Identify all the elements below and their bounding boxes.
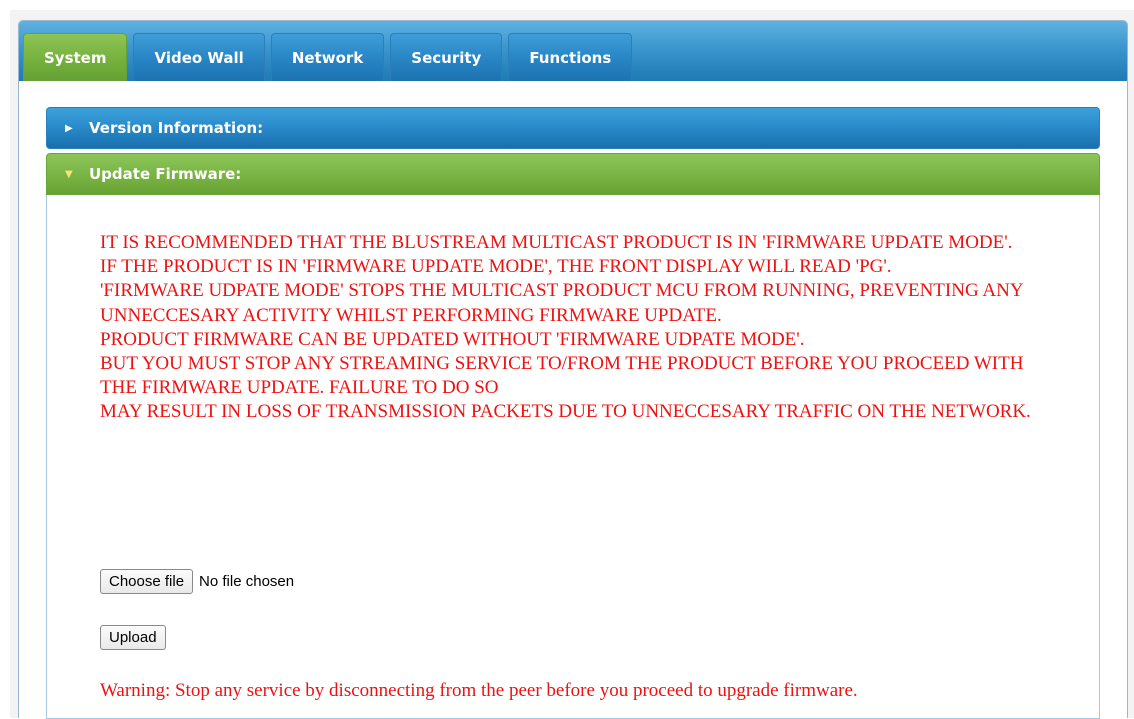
tab-functions[interactable]: Functions [508, 33, 633, 81]
version-information-title: Version Information: [89, 119, 264, 137]
triangle-down-icon: ▼ [65, 168, 73, 180]
tab-bar: System Video Wall Network Security Funct… [19, 21, 1127, 81]
tab-system[interactable]: System [23, 33, 128, 81]
upload-row: Upload [100, 625, 166, 650]
system-tab-panel: ▶ Version Information: ▼ Update Firmware… [19, 81, 1127, 719]
notice-line: 'FIRMWARE UDPATE MODE' STOPS THE MULTICA… [100, 280, 1023, 326]
firmware-notice: IT IS RECOMMENDED THAT THE BLUSTREAM MUL… [100, 231, 1060, 425]
tab-security[interactable]: Security [390, 33, 503, 81]
file-picker: Choose file No file chosen [100, 569, 294, 594]
triangle-right-icon: ▶ [65, 122, 73, 134]
tab-list: System Video Wall Network Security Funct… [23, 33, 633, 81]
upgrade-warning: Warning: Stop any service by disconnecti… [100, 680, 858, 701]
update-firmware-header[interactable]: ▼ Update Firmware: [46, 153, 1100, 195]
tabs-container: System Video Wall Network Security Funct… [18, 20, 1128, 719]
page-frame: System Video Wall Network Security Funct… [10, 10, 1134, 719]
notice-line: MAY RESULT IN LOSS OF TRANSMISSION PACKE… [100, 401, 1031, 423]
file-status-text: No file chosen [199, 573, 295, 590]
tab-video-wall[interactable]: Video Wall [133, 33, 265, 81]
notice-line: IT IS RECOMMENDED THAT THE BLUSTREAM MUL… [100, 232, 1013, 253]
notice-line: PRODUCT FIRMWARE CAN BE UPDATED WITHOUT … [100, 328, 805, 350]
notice-line: BUT YOU MUST STOP ANY STREAMING SERVICE … [100, 353, 1024, 399]
version-information-header[interactable]: ▶ Version Information: [46, 107, 1100, 149]
notice-line: IF THE PRODUCT IS IN 'FIRMWARE UPDATE MO… [100, 256, 892, 278]
update-firmware-panel: IT IS RECOMMENDED THAT THE BLUSTREAM MUL… [46, 195, 1100, 719]
choose-file-button[interactable]: Choose file [100, 569, 194, 594]
upload-button[interactable]: Upload [100, 625, 166, 650]
update-firmware-title: Update Firmware: [89, 165, 242, 183]
tab-network[interactable]: Network [270, 33, 385, 81]
